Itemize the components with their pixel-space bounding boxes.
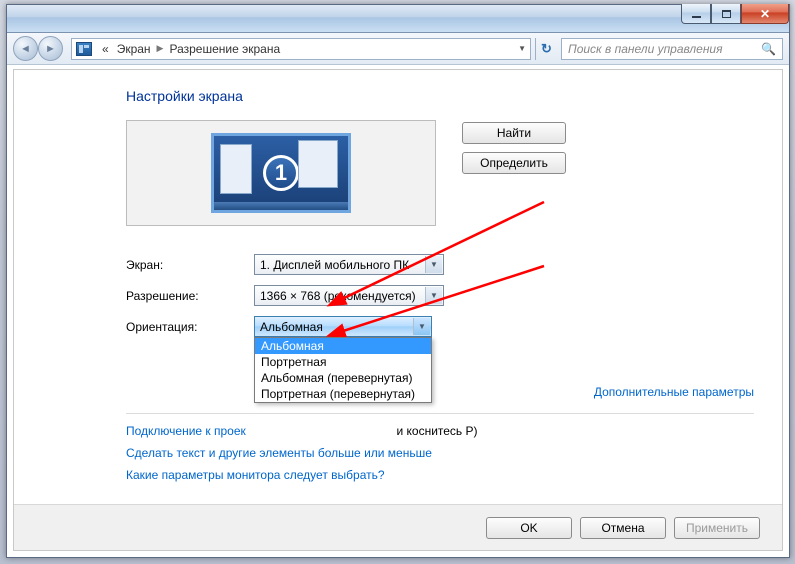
chevron-down-icon: ▼ <box>425 256 442 273</box>
close-button[interactable]: ✕ <box>741 4 789 24</box>
apply-button[interactable]: Применить <box>674 517 760 539</box>
divider <box>126 413 754 414</box>
orientation-option[interactable]: Портретная <box>255 354 431 370</box>
refresh-button[interactable]: ↻ <box>535 38 557 60</box>
address-dropdown-icon[interactable]: ▼ <box>518 44 526 53</box>
cancel-button[interactable]: Отмена <box>580 517 666 539</box>
content-panel: Настройки экрана 1 Найти Определить Экра <box>13 69 783 551</box>
projector-link[interactable]: Подключение к проек <box>126 424 246 438</box>
breadcrumb-1[interactable]: Экран <box>113 42 155 56</box>
display-preview[interactable]: 1 <box>126 120 436 226</box>
monitor-thumbnail[interactable]: 1 <box>211 133 351 213</box>
chevron-right-icon: ▶ <box>155 43 166 54</box>
advanced-settings-link[interactable]: Дополнительные параметры <box>594 385 754 399</box>
detect-button[interactable]: Определить <box>462 152 566 174</box>
resolution-value: 1366 × 768 (рекомендуется) <box>260 289 416 303</box>
screen-value: 1. Дисплей мобильного ПК <box>260 258 409 272</box>
find-button[interactable]: Найти <box>462 122 566 144</box>
minimize-button[interactable] <box>681 4 711 24</box>
window-frame: ✕ ◄ ► « Экран ▶ Разрешение экрана ▼ ↻ По… <box>6 4 790 558</box>
orientation-option[interactable]: Альбомная <box>255 338 431 354</box>
projector-suffix: и коснитесь P) <box>396 424 477 438</box>
breadcrumb-2[interactable]: Разрешение экрана <box>165 42 284 56</box>
chevron-down-icon: ▼ <box>425 287 442 304</box>
orientation-label: Ориентация: <box>126 320 254 334</box>
nav-forward-button[interactable]: ► <box>38 36 63 61</box>
screen-label: Экран: <box>126 258 254 272</box>
which-monitor-link[interactable]: Какие параметры монитора следует выбрать… <box>126 468 385 482</box>
monitor-number-badge: 1 <box>263 155 299 191</box>
search-input[interactable]: Поиск в панели управления 🔍 <box>561 38 783 60</box>
orientation-dropdown: Альбомная Портретная Альбомная (переверн… <box>254 337 432 403</box>
page-title: Настройки экрана <box>126 88 754 104</box>
ok-button[interactable]: OK <box>486 517 572 539</box>
text-size-link[interactable]: Сделать текст и другие элементы больше и… <box>126 446 432 460</box>
orientation-value: Альбомная <box>260 320 323 334</box>
titlebar[interactable]: ✕ <box>7 5 789 33</box>
search-icon[interactable]: 🔍 <box>761 42 776 56</box>
maximize-button[interactable] <box>711 4 741 24</box>
address-bar[interactable]: « Экран ▶ Разрешение экрана ▼ <box>71 38 531 60</box>
orientation-option[interactable]: Портретная (перевернутая) <box>255 386 431 402</box>
search-placeholder: Поиск в панели управления <box>568 42 723 56</box>
navbar: ◄ ► « Экран ▶ Разрешение экрана ▼ ↻ Поис… <box>7 33 789 65</box>
control-panel-icon <box>76 42 92 56</box>
screen-select[interactable]: 1. Дисплей мобильного ПК ▼ <box>254 254 444 275</box>
orientation-option[interactable]: Альбомная (перевернутая) <box>255 370 431 386</box>
window-controls: ✕ <box>681 4 789 24</box>
resolution-label: Разрешение: <box>126 289 254 303</box>
resolution-select[interactable]: 1366 × 768 (рекомендуется) ▼ <box>254 285 444 306</box>
chevron-down-icon: ▼ <box>413 318 430 335</box>
dialog-footer: OK Отмена Применить <box>14 504 782 550</box>
orientation-select[interactable]: Альбомная ▼ Альбомная Портретная Альбомн… <box>254 316 432 337</box>
breadcrumb-prefix: « <box>98 42 113 56</box>
nav-back-button[interactable]: ◄ <box>13 36 38 61</box>
